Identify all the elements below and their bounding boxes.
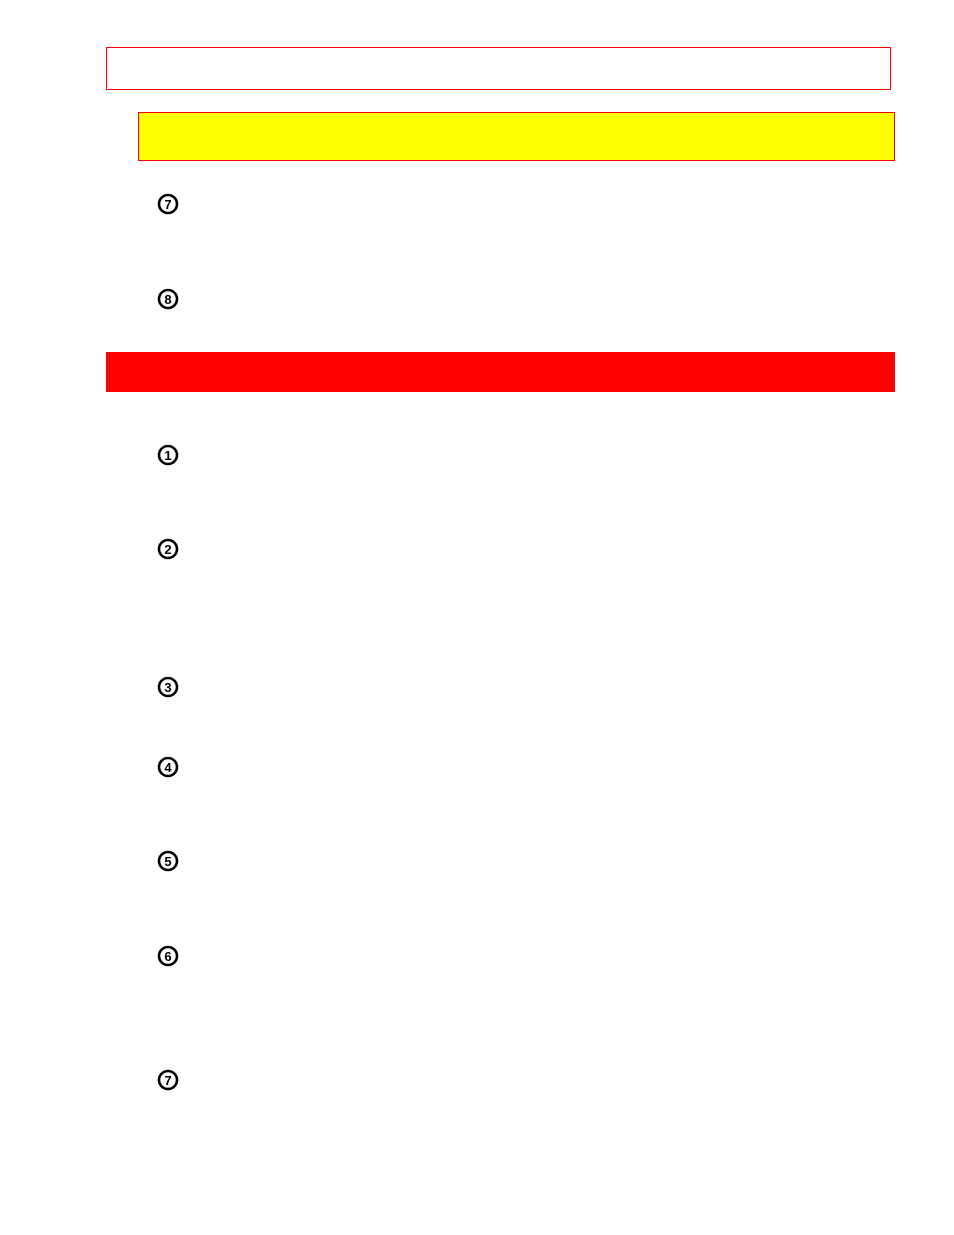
- svg-text:7: 7: [164, 1073, 171, 1088]
- circled-number-8-icon: 8: [157, 288, 179, 314]
- document-page: 7 8 1 2: [0, 0, 954, 1235]
- list-item: 8: [157, 288, 179, 315]
- circled-number-7-icon: 7: [157, 1069, 179, 1095]
- list-item: 3: [157, 676, 179, 703]
- circled-number-4-icon: 4: [157, 756, 179, 782]
- section-header-red: [106, 352, 895, 392]
- svg-text:7: 7: [164, 197, 171, 212]
- circled-number-6-icon: 6: [157, 945, 179, 971]
- circled-number-7-icon: 7: [157, 193, 179, 219]
- title-outline-box: [106, 47, 891, 90]
- svg-text:3: 3: [164, 680, 171, 695]
- circled-number-5-icon: 5: [157, 850, 179, 876]
- svg-text:6: 6: [164, 949, 171, 964]
- circled-number-2-icon: 2: [157, 538, 179, 564]
- list-item: 4: [157, 756, 179, 783]
- svg-text:4: 4: [164, 760, 172, 775]
- svg-text:1: 1: [164, 448, 171, 463]
- list-item: 7: [157, 1069, 179, 1096]
- svg-text:8: 8: [164, 292, 171, 307]
- list-item: 5: [157, 850, 179, 877]
- circled-number-3-icon: 3: [157, 676, 179, 702]
- svg-text:2: 2: [164, 542, 171, 557]
- list-item: 2: [157, 538, 179, 565]
- circled-number-1-icon: 1: [157, 444, 179, 470]
- list-item: 7: [157, 193, 179, 220]
- section-header-yellow: [138, 112, 895, 161]
- list-item: 6: [157, 945, 179, 972]
- list-item: 1: [157, 444, 179, 471]
- svg-text:5: 5: [164, 854, 171, 869]
